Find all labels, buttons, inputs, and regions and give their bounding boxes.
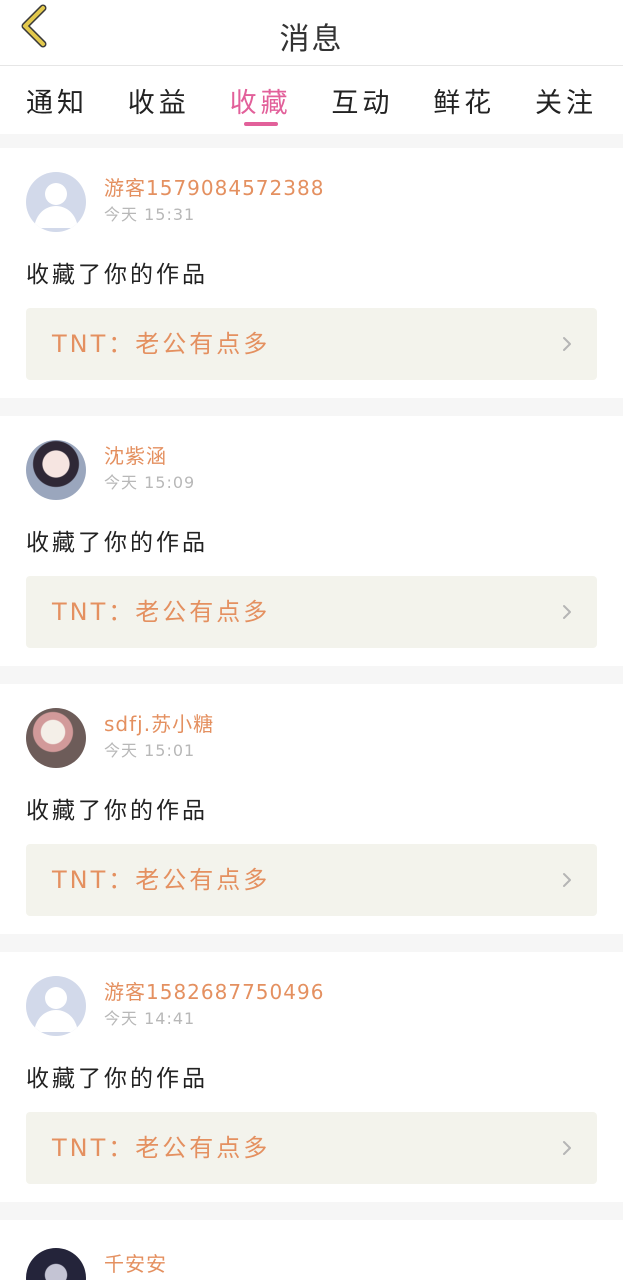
timestamp: 今天 15:01: [104, 741, 196, 760]
message-card: 游客1579084572388 今天 15:31 收藏了你的作品 TNT：老公有…: [0, 148, 623, 398]
tab-earnings[interactable]: 收益: [128, 66, 190, 134]
user-photo-avatar[interactable]: [26, 1248, 86, 1280]
work-link[interactable]: TNT：老公有点多: [26, 576, 597, 648]
message-header: 沈紫涵 今天 15:09: [26, 440, 195, 500]
timestamp: 今天 15:31: [104, 205, 196, 224]
message-header: 千安安: [26, 1248, 167, 1280]
chevron-right-icon: [559, 1140, 575, 1156]
message-meta: 游客1579084572388 今天 15:31: [104, 174, 324, 226]
message-card: sdfj.苏小糖 今天 15:01 收藏了你的作品 TNT：老公有点多: [0, 684, 623, 934]
chevron-right-icon: [559, 604, 575, 620]
work-title: TNT：老公有点多: [52, 866, 271, 894]
username[interactable]: 沈紫涵: [104, 442, 195, 470]
message-card: 游客1582687750496 今天 14:41 收藏了你的作品 TNT：老公有…: [0, 952, 623, 1202]
work-title: TNT：老公有点多: [52, 598, 271, 626]
tab-favorites[interactable]: 收藏: [230, 66, 292, 134]
username[interactable]: sdfj.苏小糖: [104, 710, 214, 738]
chevron-right-icon: [559, 872, 575, 888]
username[interactable]: 千安安: [104, 1250, 167, 1278]
message-header: sdfj.苏小糖 今天 15:01: [26, 708, 214, 768]
message-meta: 千安安: [104, 1250, 167, 1278]
message-header: 游客1582687750496 今天 14:41: [26, 976, 324, 1036]
message-meta: sdfj.苏小糖 今天 15:01: [104, 710, 214, 762]
message-card: 千安安: [0, 1220, 623, 1280]
messages-screen: 消息 通知 收益 收藏 互动 鲜花 关注 游客1579084572388 今天 …: [0, 0, 623, 1280]
tab-notifications[interactable]: 通知: [26, 66, 88, 134]
work-link[interactable]: TNT：老公有点多: [26, 844, 597, 916]
work-title: TNT：老公有点多: [52, 1134, 271, 1162]
tabs-divider: [0, 134, 623, 148]
message-meta: 沈紫涵 今天 15:09: [104, 442, 195, 494]
timestamp: 今天 14:41: [104, 1009, 196, 1028]
work-title: TNT：老公有点多: [52, 330, 271, 358]
default-avatar[interactable]: [26, 172, 86, 232]
message-tabs: 通知 收益 收藏 互动 鲜花 关注: [0, 66, 623, 134]
work-link[interactable]: TNT：老公有点多: [26, 1112, 597, 1184]
default-avatar[interactable]: [26, 976, 86, 1036]
top-bar: 消息: [0, 0, 623, 66]
action-text: 收藏了你的作品: [26, 1066, 208, 1092]
tab-flowers[interactable]: 鲜花: [433, 66, 495, 134]
message-list: 游客1579084572388 今天 15:31 收藏了你的作品 TNT：老公有…: [0, 148, 623, 1280]
action-text: 收藏了你的作品: [26, 262, 208, 288]
username[interactable]: 游客1579084572388: [104, 174, 324, 202]
tab-interactions[interactable]: 互动: [331, 66, 393, 134]
timestamp: 今天 15:09: [104, 473, 196, 492]
page-title: 消息: [279, 22, 344, 57]
message-card: 沈紫涵 今天 15:09 收藏了你的作品 TNT：老公有点多: [0, 416, 623, 666]
chevron-right-icon: [559, 336, 575, 352]
message-meta: 游客1582687750496 今天 14:41: [104, 978, 324, 1030]
user-photo-avatar[interactable]: [26, 708, 86, 768]
tab-follows[interactable]: 关注: [535, 66, 597, 134]
action-text: 收藏了你的作品: [26, 798, 208, 824]
username[interactable]: 游客1582687750496: [104, 978, 324, 1006]
message-header: 游客1579084572388 今天 15:31: [26, 172, 324, 232]
action-text: 收藏了你的作品: [26, 530, 208, 556]
work-link[interactable]: TNT：老公有点多: [26, 308, 597, 380]
user-photo-avatar[interactable]: [26, 440, 86, 500]
